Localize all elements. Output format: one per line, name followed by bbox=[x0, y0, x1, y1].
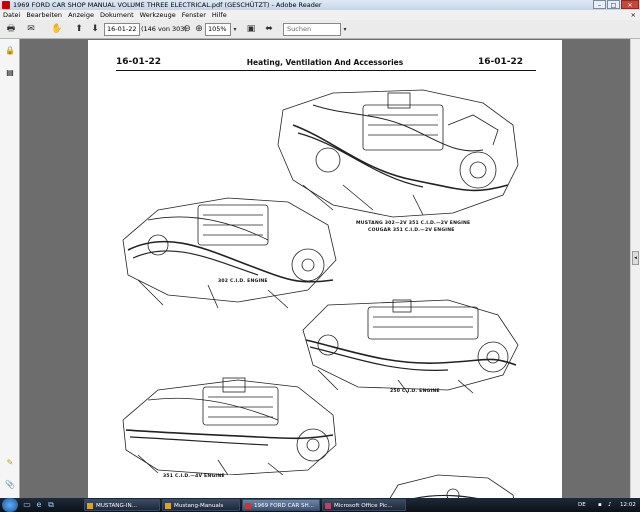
search-dropdown-icon[interactable]: ▾ bbox=[342, 23, 348, 36]
network-icon[interactable]: ▪ bbox=[598, 498, 602, 512]
minimize-button[interactable]: – bbox=[593, 0, 606, 9]
document-close-button[interactable]: × bbox=[631, 10, 636, 20]
vertical-scrollbar[interactable]: ◂ bbox=[630, 39, 640, 498]
previous-page-icon[interactable]: ⬆ bbox=[72, 23, 86, 36]
taskbar: ▭ e ⧉ MUSTANG-IN... Mustang-Manuals 1969… bbox=[0, 498, 640, 512]
toolbar: 🖶 ✉ ✋ ⬆ ⬇ 16-01-22 (146 von 303) ⊖ ⊕ 105… bbox=[0, 20, 640, 39]
document-viewer[interactable]: 16-01-22 Heating, Ventilation And Access… bbox=[20, 39, 630, 498]
header-rule bbox=[116, 70, 536, 71]
caption-engine-351-4v: 351 C.I.D.—4V ENGINE bbox=[163, 474, 225, 479]
fit-page-icon[interactable]: ▣ bbox=[244, 23, 258, 36]
picture-icon bbox=[325, 503, 331, 509]
engine-351-4v-illustration bbox=[122, 377, 337, 475]
menu-bearbeiten[interactable]: Bearbeiten bbox=[26, 10, 62, 20]
next-page-icon[interactable]: ⬇ bbox=[88, 23, 102, 36]
zoom-in-icon[interactable]: ⊕ bbox=[192, 23, 206, 36]
fit-width-icon[interactable]: ⬌ bbox=[262, 23, 276, 36]
email-icon[interactable]: ✉ bbox=[24, 23, 38, 36]
page-number-input[interactable]: 16-01-22 bbox=[104, 23, 140, 36]
navigation-sidebar: 🔒 ▤ ✎ 📎 bbox=[0, 39, 20, 498]
caption-mustang-line2: COUGAR 351 C.I.D.—2V ENGINE bbox=[368, 228, 455, 233]
menu-dokument[interactable]: Dokument bbox=[100, 10, 134, 20]
scrollbar-thumb[interactable]: ◂ bbox=[632, 251, 639, 265]
attachments-icon[interactable]: 📎 bbox=[4, 479, 16, 490]
caption-mustang-line1: MUSTANG 302—2V 351 C.I.D.—2V ENGINE bbox=[356, 221, 471, 226]
language-indicator[interactable]: DE bbox=[578, 498, 586, 512]
zoom-input[interactable]: 105% bbox=[205, 23, 231, 36]
lock-icon[interactable]: 🔒 bbox=[4, 45, 16, 56]
engine-302-illustration bbox=[122, 197, 337, 309]
search-input[interactable]: Suchen bbox=[283, 23, 341, 36]
maximize-button[interactable]: □ bbox=[607, 0, 620, 9]
volume-icon[interactable]: ♪ bbox=[608, 498, 612, 512]
menu-bar: Datei Bearbeiten Anzeige Dokument Werkze… bbox=[0, 10, 640, 20]
pdf-icon bbox=[245, 503, 251, 509]
partial-engine-illustration bbox=[389, 474, 515, 498]
switch-windows-icon[interactable]: ⧉ bbox=[46, 500, 56, 510]
window-title: 1969 FORD CAR SHOP MANUAL VOLUME THREE E… bbox=[13, 1, 322, 9]
title-bar: 1969 FORD CAR SHOP MANUAL VOLUME THREE E… bbox=[0, 0, 640, 10]
folder-icon bbox=[165, 503, 171, 509]
print-icon[interactable]: 🖶 bbox=[4, 23, 18, 36]
show-desktop-icon[interactable]: ▭ bbox=[22, 500, 32, 510]
pages-icon[interactable]: ▤ bbox=[4, 67, 16, 78]
zoom-dropdown-icon[interactable]: ▾ bbox=[232, 23, 238, 36]
pdf-page: 16-01-22 Heating, Ventilation And Access… bbox=[88, 40, 562, 498]
caption-engine-302: 302 C.I.D. ENGINE bbox=[218, 279, 268, 284]
task-adobe-reader[interactable]: 1969 FORD CAR SH... bbox=[242, 499, 320, 511]
start-button[interactable] bbox=[2, 498, 18, 512]
system-tray: DE ▪ ♪ 12:02 bbox=[576, 498, 640, 512]
menu-hilfe[interactable]: Hilfe bbox=[212, 10, 227, 20]
task-mustang-in[interactable]: MUSTANG-IN... bbox=[84, 499, 160, 511]
hand-tool-icon[interactable]: ✋ bbox=[50, 23, 64, 36]
close-button[interactable]: ✕ bbox=[621, 0, 639, 9]
adobe-reader-icon bbox=[2, 1, 10, 9]
menu-datei[interactable]: Datei bbox=[3, 10, 20, 20]
comments-icon[interactable]: ✎ bbox=[4, 457, 16, 468]
menu-werkzeuge[interactable]: Werkzeuge bbox=[140, 10, 176, 20]
page-number-right: 16-01-22 bbox=[478, 57, 524, 67]
task-office-picture-manager[interactable]: Microsoft Office Pic... bbox=[322, 499, 406, 511]
menu-anzeige[interactable]: Anzeige bbox=[68, 10, 94, 20]
folder-icon bbox=[87, 503, 93, 509]
clock[interactable]: 12:02 bbox=[620, 498, 636, 512]
internet-explorer-icon[interactable]: e bbox=[34, 500, 44, 510]
caption-engine-250: 250 C.I.D. ENGINE bbox=[390, 389, 440, 394]
menu-fenster[interactable]: Fenster bbox=[182, 10, 206, 20]
task-mustang-manuals[interactable]: Mustang-Manuals bbox=[162, 499, 240, 511]
